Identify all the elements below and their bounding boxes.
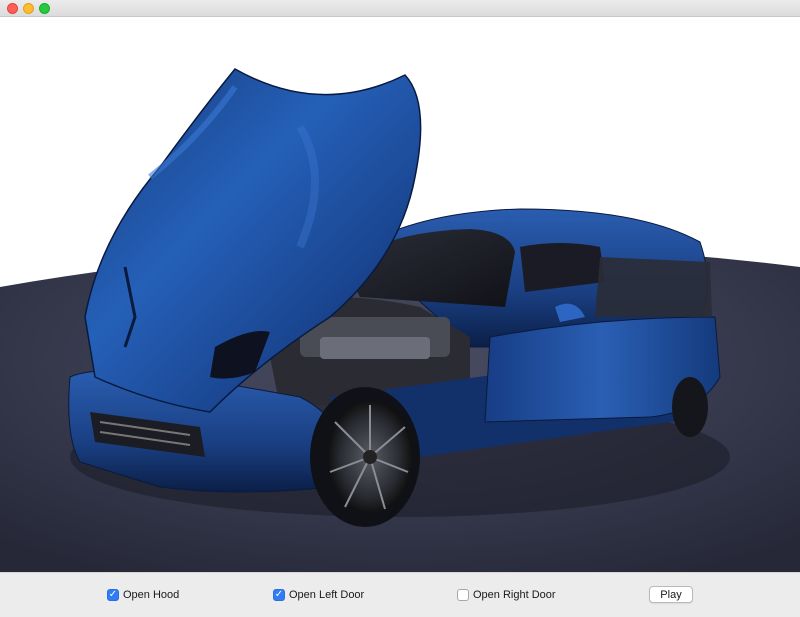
minimize-window-button[interactable]: [23, 3, 34, 14]
car-render: [0, 68, 800, 572]
open-hood-checkbox[interactable]: ✓ Open Hood: [107, 588, 179, 602]
close-window-button[interactable]: [7, 3, 18, 14]
checkmark-icon: ✓: [273, 589, 285, 601]
checkmark-icon: ✓: [107, 589, 119, 601]
open-right-door-checkbox[interactable]: Open Right Door: [457, 588, 556, 602]
control-bar: ✓ Open Hood ✓ Open Left Door Open Right …: [0, 572, 800, 617]
play-button[interactable]: Play: [649, 586, 693, 603]
app-window: ✓ Open Hood ✓ Open Left Door Open Right …: [0, 0, 800, 617]
open-left-door-checkbox[interactable]: ✓ Open Left Door: [273, 588, 364, 602]
open-right-door-label: Open Right Door: [473, 589, 556, 601]
open-hood-label: Open Hood: [123, 589, 180, 601]
open-left-door-label: Open Left Door: [289, 589, 365, 601]
title-bar: [0, 0, 800, 17]
unchecked-box-icon: [457, 589, 469, 601]
3d-scene-viewport[interactable]: [0, 17, 800, 572]
maximize-window-button[interactable]: [39, 3, 50, 14]
